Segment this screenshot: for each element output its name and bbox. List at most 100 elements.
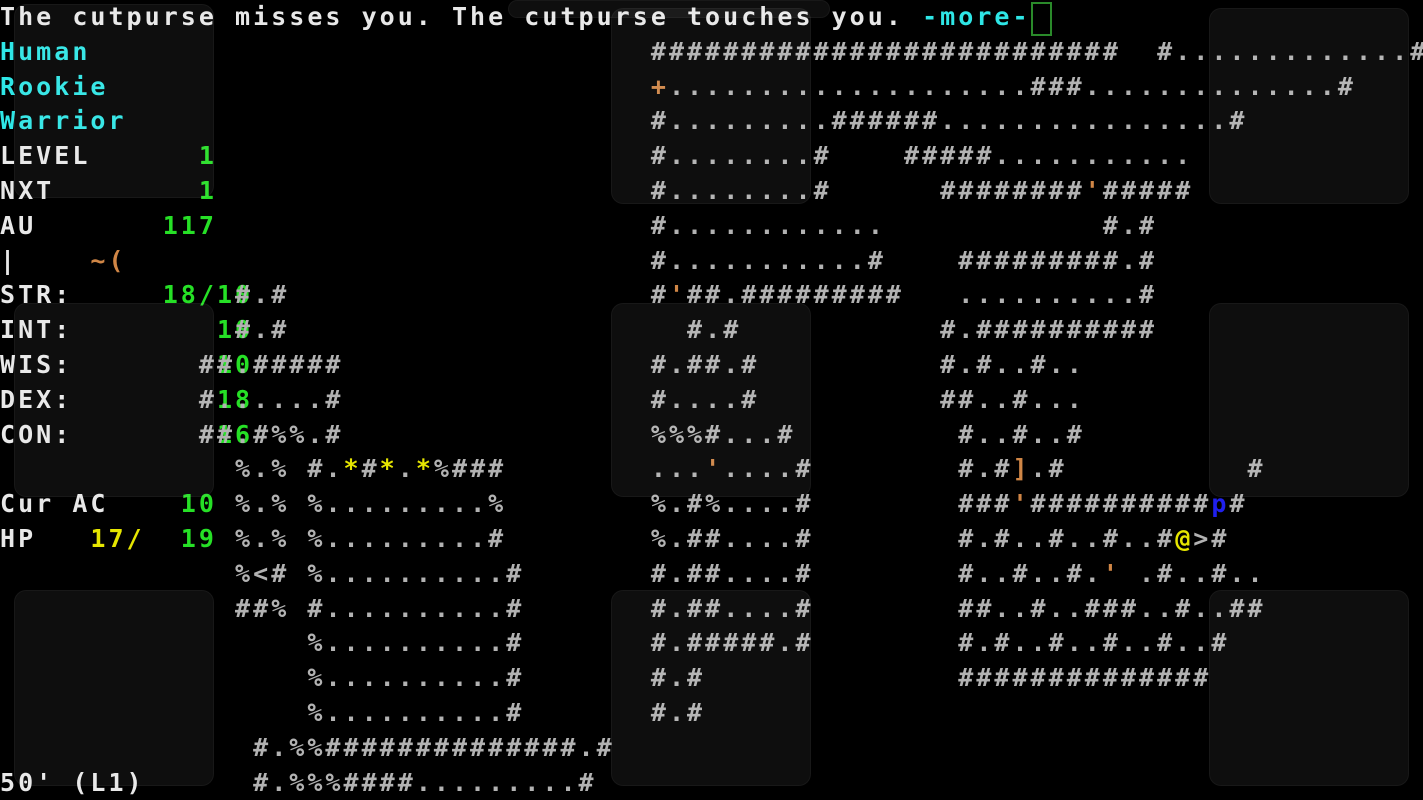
- map-entity[interactable]: ': [705, 452, 723, 487]
- map-terrain: # # #: [958, 489, 1010, 519]
- map-entity[interactable]: +: [651, 70, 669, 105]
- map-terrain: #...... #: [198, 384, 341, 414]
- map-terrain: . #.. #..: [1139, 558, 1263, 588]
- map-terrain: # #.. #...: [940, 384, 1082, 414]
- map-terrain: % # # #: [433, 454, 504, 484]
- map-terrain: # # # # #...........: [904, 141, 1191, 171]
- map-terrain: # # # # # # # # #. #: [958, 245, 1155, 275]
- map-terrain: %.%: [235, 489, 287, 519]
- map-terrain: # #. # # # # # # # # #: [687, 280, 901, 310]
- map-row: %.......... # #. # # # # # # # # # # # # # # #: [0, 661, 1423, 696]
- map-terrain: #. #: [650, 698, 703, 727]
- map-row: #. # #. # #. # # # # # # # # # #: [0, 313, 1423, 348]
- map-terrain: # # # # #: [1102, 176, 1191, 205]
- map-row: +.................... # # #.............. #: [0, 70, 1423, 105]
- map-terrain: #.. #.. #.: [958, 558, 1100, 588]
- map-terrain: #.... #: [650, 384, 757, 414]
- map-terrain: # # # # # # # # # # # # # # # # # # # # # # # # # #: [650, 36, 1118, 66]
- map-terrain: #.%% # # # # # # # # # # # # # #. #: [253, 732, 612, 762]
- map-entity[interactable]: p: [1211, 487, 1229, 522]
- map-terrain: #.. #.. #: [958, 419, 1082, 449]
- map-terrain: #.......... #: [307, 593, 522, 623]
- map-terrain: %. #%.... #: [650, 489, 811, 519]
- map-entity[interactable]: *: [344, 452, 362, 487]
- more-prompt[interactable]: -more-: [922, 0, 1030, 35]
- map-row: %.......... # #. #: [0, 696, 1423, 731]
- map-terrain: #. #: [235, 280, 287, 310]
- map-entity[interactable]: ': [669, 278, 687, 313]
- map-terrain: #.%%% # # # #......... #: [253, 767, 594, 797]
- map-terrain: #. # #.... #: [650, 558, 811, 588]
- map-terrain: %.......... #: [307, 628, 522, 658]
- map-entity[interactable]: ]: [1012, 452, 1030, 487]
- map-terrain: # #%: [235, 593, 287, 623]
- map-entity[interactable]: @: [1175, 522, 1193, 557]
- map-terrain: # #.. #.. # # #.. #.. # #: [958, 593, 1263, 623]
- map-entity[interactable]: ': [1085, 174, 1103, 209]
- map-terrain: #: [1247, 454, 1263, 484]
- map-terrain: #: [650, 280, 666, 310]
- map-terrain: ...: [650, 454, 703, 484]
- map-terrain: #. # #.... #: [650, 593, 811, 623]
- map-entity[interactable]: *: [416, 452, 434, 487]
- map-terrain: #. #.. #..: [940, 350, 1082, 379]
- map-terrain: #............: [650, 210, 883, 240]
- map-row: %.% #. * # *. *% # # #... '.... # #. #]. # #: [0, 452, 1423, 487]
- map-terrain: # # # # # # # # # #: [1030, 489, 1209, 519]
- map-row: %.% %......... # %. # #.... # #. #.. #.. #.. # @ > #: [0, 522, 1423, 557]
- map-terrain: %.......... #: [307, 698, 522, 727]
- map-terrain: %......... #: [307, 524, 504, 553]
- map-row: #........... # # # # # # # # # #. #: [0, 244, 1423, 279]
- map-terrain: # #. #%%. #: [198, 419, 341, 449]
- map-entity[interactable]: ': [1103, 557, 1121, 592]
- message-text: The cutpurse misses you. The cutpurse to…: [0, 2, 901, 31]
- map-row: #............ #. #: [0, 209, 1423, 244]
- map-terrain: %.%: [235, 524, 287, 553]
- map-terrain: #.: [307, 454, 341, 484]
- map-terrain: .................... # # #.............. #: [668, 71, 1353, 101]
- map-terrain: #: [1229, 489, 1245, 519]
- map-entity[interactable]: *: [380, 452, 398, 487]
- map-row: # #% #.......... # #. # #.... # # #.. #.. # # #.. #.. #…: [0, 592, 1423, 627]
- map-terrain: #. # # # # #. #: [650, 628, 811, 658]
- map-row: %.......... # #. # # # # #. # #. #.. #.. #.. #.. #: [0, 626, 1423, 661]
- map-terrain: .......... #: [958, 280, 1155, 310]
- map-terrain: #. #.. #.. #.. #.. #: [958, 628, 1227, 658]
- map-terrain: %%% #... #: [650, 419, 793, 449]
- map-row: # #. # # # # # #. # #. # #. #.. #..: [0, 348, 1423, 383]
- map-row: # #. #%%. # %%% #... # #.. #.. #: [0, 418, 1423, 453]
- terminal-cursor: [1030, 2, 1052, 36]
- map-row: #........ # # # # # #...........: [0, 139, 1423, 174]
- map-row: #.%% # # # # # # # # # # # # # #. #: [0, 731, 1423, 766]
- map-terrain: #: [361, 454, 377, 484]
- map-terrain: #. #: [958, 454, 1010, 484]
- nethack-terminal-screen: The cutpurse misses you. The cutpurse to…: [0, 0, 1423, 800]
- map-terrain: #........ #: [650, 176, 829, 205]
- map-terrain: # # # # # # # # # # # # # #: [958, 663, 1209, 693]
- map-terrain: #........ #: [650, 141, 829, 171]
- map-terrain: #. #: [687, 315, 739, 345]
- map-terrain: %.........%: [307, 489, 504, 519]
- map-terrain: %.......... #: [307, 663, 522, 693]
- map-row: % < # %.......... # #. # #.... # #.. #.. #. ' . #.. #..: [0, 557, 1423, 592]
- terminal-grid: The cutpurse misses you. The cutpurse to…: [0, 0, 1423, 800]
- map-row: #........ # # # # # # # # # ' # # # # #: [0, 174, 1423, 209]
- map-terrain: #. #: [235, 315, 287, 345]
- map-terrain: %.%: [235, 454, 287, 484]
- map-terrain: > #: [1193, 524, 1227, 553]
- map-terrain: #.............#: [1157, 36, 1423, 66]
- map-row: #.%%% # # # #......... #: [0, 766, 1423, 800]
- map-terrain: # # # # # # # #: [940, 176, 1082, 205]
- map-entity[interactable]: ': [1012, 487, 1030, 522]
- map-terrain: #. #: [650, 663, 703, 693]
- map-terrain: .: [397, 454, 413, 484]
- map-terrain: # #. # # # # #: [198, 350, 341, 379]
- map-terrain: #. #: [1102, 210, 1155, 240]
- map-terrain: % < #: [235, 558, 287, 588]
- map-row: #. # # ' # #. # # # # # # # # # .......... #: [0, 278, 1423, 313]
- map-row: # # # # # # # # # # # # # # # # # # # # # # # # # # #.............…: [0, 35, 1423, 70]
- map-terrain: #........... #: [650, 245, 883, 275]
- map-terrain: .... #: [723, 454, 811, 484]
- map-terrain: #. #.. #.. #.. #: [958, 524, 1173, 553]
- map-terrain: %.......... #: [307, 558, 522, 588]
